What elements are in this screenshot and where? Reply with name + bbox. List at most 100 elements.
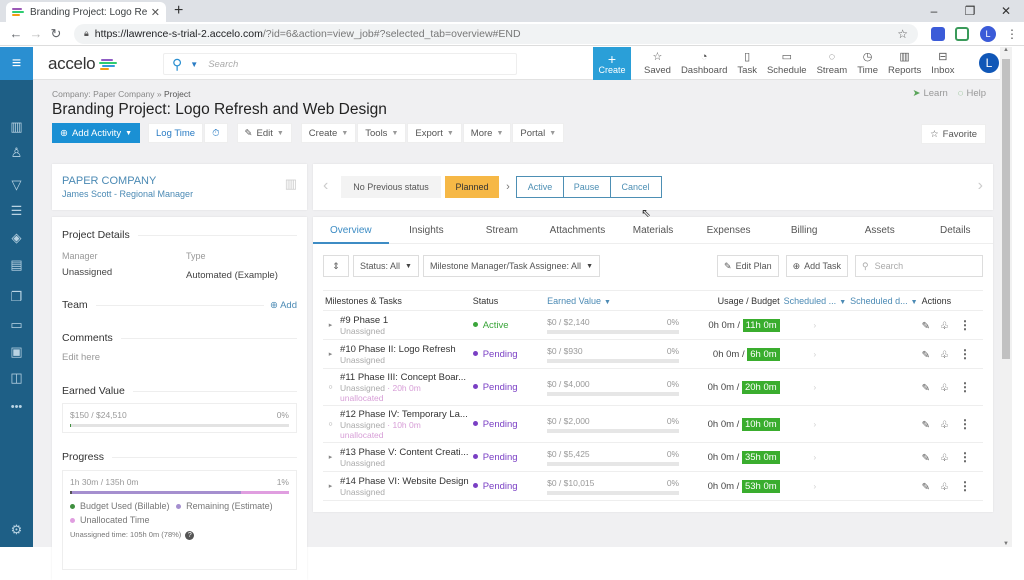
page-scrollbar[interactable]: ▲ ▼ — [1000, 47, 1012, 547]
log-activity-icon[interactable]: ✎ — [922, 482, 930, 493]
ticket-icon[interactable]: ▭ — [0, 317, 33, 333]
nav-saved[interactable]: ☆ Saved — [639, 47, 676, 80]
scroll-up-icon[interactable]: ▲ — [1000, 47, 1012, 53]
assign-user-icon[interactable]: ♧ — [940, 453, 949, 464]
tab-expenses[interactable]: Expenses — [691, 217, 767, 243]
scheduled-start-cell[interactable]: › — [781, 405, 849, 443]
milestone-row[interactable]: ▸ #10 Phase II: Logo Refresh Unassigned … — [323, 339, 983, 369]
log-time-button[interactable]: Log Time — [148, 123, 204, 143]
bookmark-star-icon[interactable]: ☆ — [897, 27, 908, 41]
more-actions-icon[interactable]: ⋮ — [959, 479, 971, 493]
tab-overview[interactable]: Overview — [313, 217, 389, 244]
url-field[interactable]: 🔒︎ https://lawrence-s-trial-2.accelo.com… — [74, 23, 918, 44]
status-cell[interactable]: Pending — [470, 442, 546, 472]
nav-task[interactable]: ▯ Task — [732, 47, 762, 80]
timer-button[interactable]: ⏱ — [204, 123, 228, 143]
nav-inbox[interactable]: ⊟ Inbox — [926, 47, 959, 80]
status-cell[interactable]: Pending — [470, 368, 546, 406]
scheduled-start-cell[interactable]: › — [781, 471, 849, 501]
log-activity-icon[interactable]: ✎ — [922, 420, 930, 431]
log-activity-icon[interactable]: ✎ — [922, 350, 930, 361]
extension-icon[interactable] — [931, 26, 945, 41]
more-actions-icon[interactable]: ⋮ — [959, 318, 971, 332]
new-tab-button[interactable]: + — [174, 2, 183, 20]
log-activity-icon[interactable]: ✎ — [922, 453, 930, 464]
col-scheduled-start[interactable]: Scheduled ... ▼ — [781, 290, 849, 311]
search-scope-dropdown[interactable]: ▼ — [190, 60, 198, 69]
company-contact-link[interactable]: James Scott - Regional Manager — [62, 189, 193, 199]
expand-collapse-button[interactable]: ⇕ — [323, 255, 349, 277]
company-name-link[interactable]: PAPER COMPANY — [62, 175, 156, 187]
back-icon[interactable]: ← — [6, 26, 26, 41]
scroll-down-icon[interactable]: ▼ — [1000, 541, 1012, 547]
learn-link[interactable]: ➤ Learn — [913, 88, 948, 99]
user-avatar[interactable]: L — [979, 53, 999, 73]
assignee-filter[interactable]: Milestone Manager/Task Assignee: All ▼ — [422, 255, 600, 277]
scheduled-due-cell[interactable] — [848, 471, 920, 501]
milestone-row[interactable]: ○ #11 Phase III: Concept Boar... Unassig… — [323, 368, 983, 406]
help-link[interactable]: ◌ Help — [958, 88, 986, 99]
task-circle-icon[interactable]: ○ — [323, 368, 339, 406]
plan-search-input[interactable]: ⚲ Search — [855, 255, 983, 277]
tab-insights[interactable]: Insights — [389, 217, 465, 243]
milestone-row[interactable]: ▸ #9 Phase 1 Unassigned Active $0 / $2,1… — [323, 310, 983, 340]
funnel-icon[interactable]: ▽ — [0, 177, 33, 193]
close-tab-icon[interactable]: ✕ — [151, 6, 160, 19]
portal-menu-button[interactable]: Portal ▼ — [512, 123, 565, 143]
task-circle-icon[interactable]: ○ — [323, 405, 339, 443]
export-menu-button[interactable]: Export ▼ — [407, 123, 462, 143]
log-activity-icon[interactable]: ✎ — [922, 321, 930, 332]
milestone-name-link[interactable]: #12 Phase IV: Temporary La... — [340, 409, 469, 420]
bag-icon[interactable]: ◫ — [0, 370, 33, 386]
scheduled-due-cell[interactable] — [848, 442, 920, 472]
close-window-icon[interactable]: ✕ — [988, 0, 1024, 22]
milestone-row[interactable]: ▸ #14 Phase VI: Website Design Unassigne… — [323, 471, 983, 501]
browser-profile-avatar[interactable]: L — [980, 25, 996, 42]
report-refresh-icon[interactable]: ▤ — [0, 257, 33, 273]
favorite-button[interactable]: ☆ Favorite — [921, 124, 986, 144]
status-cell[interactable]: Pending — [470, 339, 546, 369]
edit-plan-button[interactable]: ✎ Edit Plan — [717, 255, 779, 277]
status-scroll-right-icon[interactable]: › — [978, 177, 983, 195]
browser-menu-icon[interactable]: ⋮ — [1006, 27, 1018, 41]
hamburger-menu-icon[interactable]: ≡ — [0, 47, 33, 80]
more-actions-icon[interactable]: ⋮ — [959, 450, 971, 464]
status-option-active[interactable]: Active — [516, 176, 564, 198]
minimize-icon[interactable]: – — [916, 0, 952, 22]
scheduled-start-cell[interactable]: › — [781, 368, 849, 406]
assign-user-icon[interactable]: ♧ — [940, 420, 949, 431]
assign-user-icon[interactable]: ♧ — [940, 383, 949, 394]
nav-stream[interactable]: ◌ Stream — [812, 47, 853, 80]
milestone-name-link[interactable]: #9 Phase 1 — [340, 315, 469, 326]
col-scheduled-due[interactable]: Scheduled d... ▼ — [848, 290, 920, 311]
status-scroll-left-icon[interactable]: ‹ — [323, 177, 328, 195]
milestone-name-link[interactable]: #10 Phase II: Logo Refresh — [340, 344, 469, 355]
assign-user-icon[interactable]: ♧ — [940, 321, 949, 332]
scrollbar-thumb[interactable] — [1002, 59, 1010, 359]
tab-details[interactable]: Details — [918, 217, 994, 243]
person-icon[interactable]: ♙ — [0, 145, 33, 161]
more-menu-button[interactable]: More ▼ — [462, 123, 512, 143]
more-actions-icon[interactable]: ⋮ — [959, 347, 971, 361]
create-menu-button[interactable]: Create ▼ — [300, 123, 357, 143]
tab-attachments[interactable]: Attachments — [540, 217, 616, 243]
milestone-row[interactable]: ▸ #13 Phase V: Content Creati... Unassig… — [323, 442, 983, 472]
add-team-member-button[interactable]: ⊕ Add — [270, 300, 297, 311]
global-search[interactable]: ⚲ ▼ Search — [163, 53, 517, 75]
expand-row-icon[interactable]: ▸ — [323, 339, 339, 369]
settings-icon[interactable]: ⚙ — [0, 522, 33, 538]
milestone-name-link[interactable]: #14 Phase VI: Website Design — [340, 476, 469, 487]
expand-row-icon[interactable]: ▸ — [323, 471, 339, 501]
help-question-icon[interactable]: ? — [185, 531, 195, 540]
comments-edit-field[interactable]: Edit here — [62, 352, 100, 363]
nav-schedule[interactable]: ▭ Schedule — [762, 47, 812, 80]
status-cell[interactable]: Pending — [470, 405, 546, 443]
status-cell[interactable]: Pending — [470, 471, 546, 501]
add-task-button[interactable]: ⊕ Add Task — [785, 255, 848, 277]
manager-value[interactable]: Unassigned — [62, 267, 112, 278]
gantt-icon[interactable]: ☰ — [0, 203, 33, 219]
tab-billing[interactable]: Billing — [766, 217, 842, 243]
status-option-cancel[interactable]: Cancel — [610, 176, 662, 198]
status-option-pause[interactable]: Pause — [563, 176, 611, 198]
reload-icon[interactable]: ↻ — [46, 26, 66, 42]
